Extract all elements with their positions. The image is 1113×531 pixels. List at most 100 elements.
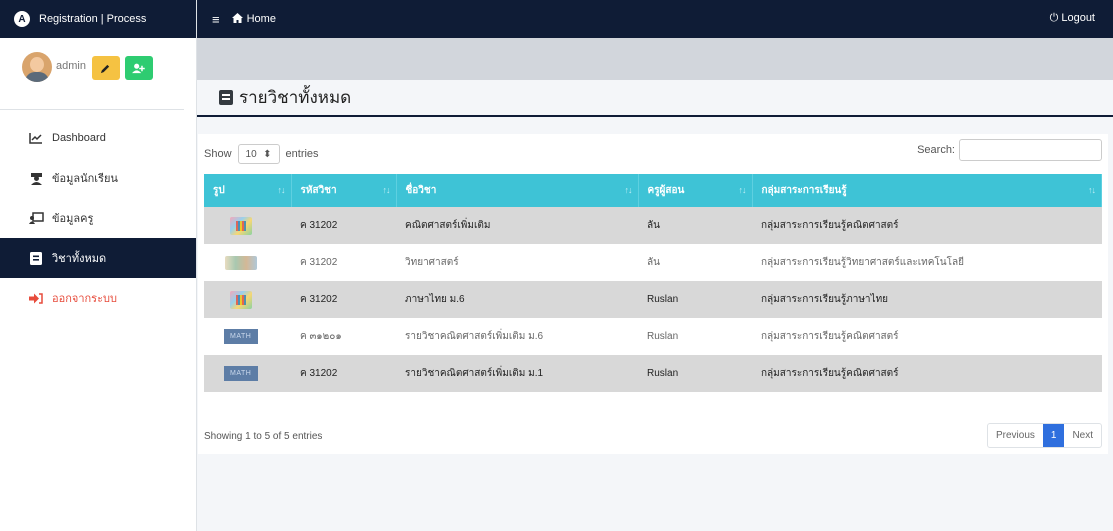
column-header-name[interactable]: ชื่อวิชา ↑↓ (396, 174, 639, 207)
sidebar-item-label: Dashboard (52, 132, 106, 144)
sign-out-icon (28, 292, 44, 304)
sort-icon: ↑↓ (738, 185, 747, 195)
column-header-image[interactable]: รูป ↑↓ (204, 174, 292, 207)
teacher-cell: Ruslan (638, 355, 752, 392)
sidebar-item-students[interactable]: ข้อมูลนักเรียน (0, 158, 196, 198)
table-row: ค 31202 คณิตศาสตร์เพิ่มเติม ลัน กลุ่มสาร… (204, 207, 1102, 244)
brand-title: Registration | Process (39, 13, 147, 25)
column-header-code[interactable]: รหัสวิชา ↑↓ (291, 174, 397, 207)
column-header-label: กลุ่มสาระการเรียนรู้ (761, 185, 847, 196)
table-tools: Show 10 ⬍ entries Search: (198, 134, 1108, 170)
thumb-cell: MATH (204, 355, 291, 392)
previous-button[interactable]: Previous (988, 424, 1043, 447)
sidebar: A Registration | Process admin Dashboard… (0, 0, 197, 531)
name-cell: ภาษาไทย ม.6 (396, 281, 638, 318)
thumb-cell: MATH (204, 318, 291, 355)
column-header-label: รหัสวิชา (300, 185, 337, 196)
name-cell: คณิตศาสตร์เพิ่มเติม (396, 207, 638, 244)
sidebar-item-teachers[interactable]: ข้อมูลครู (0, 198, 196, 238)
sort-icon: ↑↓ (382, 185, 391, 195)
brand[interactable]: A Registration | Process (0, 0, 196, 38)
logout-link[interactable]: ⏻ Logout (1050, 12, 1095, 25)
page-1-button[interactable]: 1 (1042, 424, 1065, 447)
user-name: admin (56, 60, 86, 72)
group-cell: กลุ่มสาระการเรียนรู้วิทยาศาสตร์และเทคโนโ… (752, 244, 1102, 281)
add-user-button[interactable] (124, 56, 153, 80)
edit-profile-button[interactable] (91, 56, 120, 80)
table-row: MATH ค ๓๑๒๐๑ รายวิชาคณิตศาสตร์เพิ่มเติม … (204, 318, 1102, 355)
entries-select-value: 10 (245, 148, 257, 160)
pagination: Previous 1 Next (986, 423, 1102, 448)
content-header: รายวิชาทั้งหมด (197, 80, 1113, 117)
sidebar-item-all-subjects[interactable]: วิชาทั้งหมด (0, 238, 196, 278)
logout-label: Logout (1061, 12, 1095, 24)
top-navbar: ≡ Home ⏻ Logout (197, 0, 1113, 38)
table-row: ค 31202 ภาษาไทย ม.6 Ruslan กลุ่มสาระการเ… (204, 281, 1102, 318)
group-cell: กลุ่มสาระการเรียนรู้คณิตศาสตร์ (752, 207, 1102, 244)
name-cell: รายวิชาคณิตศาสตร์เพิ่มเติม ม.1 (396, 355, 638, 392)
teacher-cell: Ruslan (638, 318, 752, 355)
teacher-cell: Ruslan (638, 281, 752, 318)
sidebar-item-label: วิชาทั้งหมด (52, 253, 107, 265)
sidebar-item-label: ข้อมูลนักเรียน (52, 173, 118, 185)
table-row: MATH ค 31202 รายวิชาคณิตศาสตร์เพิ่มเติม … (204, 355, 1102, 392)
thumb-cell (204, 207, 291, 244)
chart-line-icon (28, 132, 44, 144)
student-icon (28, 172, 44, 185)
brand-logo-icon: A (14, 11, 30, 27)
column-header-label: ชื่อวิชา (405, 185, 437, 196)
code-cell: ค 31202 (291, 355, 396, 392)
book-icon (219, 90, 233, 105)
select-arrows-icon: ⬍ (263, 148, 272, 160)
user-panel: admin (0, 38, 184, 110)
teacher-cell: ลัน (638, 207, 752, 244)
subject-thumbnail: MATH (224, 329, 258, 344)
sort-asc-icon: ↑↓ (277, 185, 286, 195)
pencil-icon (101, 64, 110, 73)
group-cell: กลุ่มสาระการเรียนรู้คณิตศาสตร์ (752, 355, 1102, 392)
code-cell: ค 31202 (291, 207, 396, 244)
subject-thumbnail (230, 216, 252, 235)
teacher-board-icon (28, 212, 44, 224)
next-button[interactable]: Next (1064, 424, 1101, 447)
page-title-text: รายวิชาทั้งหมด (239, 88, 352, 107)
subject-thumbnail: MATH (224, 366, 258, 381)
code-cell: ค ๓๑๒๐๑ (291, 318, 396, 355)
hamburger-menu-icon[interactable]: ≡ (212, 12, 220, 27)
sidebar-item-logout[interactable]: ออกจากระบบ (0, 278, 196, 318)
sidebar-nav: Dashboard ข้อมูลนักเรียน ข้อมูลครู วิชาท… (0, 118, 196, 318)
search-input[interactable] (959, 139, 1102, 161)
sidebar-item-dashboard[interactable]: Dashboard (0, 118, 196, 158)
column-header-label: รูป (213, 185, 225, 196)
home-link[interactable]: Home (247, 13, 276, 25)
power-icon: ⏻ (1049, 12, 1059, 24)
search-label: Search: (917, 144, 955, 156)
avatar (22, 52, 52, 82)
thumb-cell (204, 244, 291, 281)
subjects-table: รูป ↑↓ รหัสวิชา ↑↓ ชื่อวิชา ↑↓ ครูผู้สอน ↑↓ … (204, 174, 1102, 392)
sort-icon: ↑↓ (624, 185, 633, 195)
name-cell: รายวิชาคณิตศาสตร์เพิ่มเติม ม.6 (396, 318, 638, 355)
group-cell: กลุ่มสาระการเรียนรู้ภาษาไทย (752, 281, 1102, 318)
book-icon (28, 251, 44, 265)
sidebar-item-label: ออกจากระบบ (52, 293, 117, 305)
group-cell: กลุ่มสาระการเรียนรู้คณิตศาสตร์ (752, 318, 1102, 355)
header-band (197, 38, 1113, 80)
add-user-icon (132, 63, 146, 73)
show-label: Show (204, 148, 232, 160)
search-box: Search: (917, 139, 1102, 161)
sidebar-item-label: ข้อมูลครู (52, 213, 94, 225)
name-cell: วิทยาศาสตร์ (396, 244, 638, 281)
column-header-group[interactable]: กลุ่มสาระการเรียนรู้ ↑↓ (752, 174, 1102, 207)
page-title: รายวิชาทั้งหมด (219, 84, 351, 111)
entries-select[interactable]: 10 ⬍ (237, 144, 280, 164)
thumb-cell (204, 281, 291, 318)
sort-icon: ↑↓ (1088, 185, 1096, 195)
column-header-label: ครูผู้สอน (647, 185, 685, 196)
subject-thumbnail (230, 290, 252, 309)
table-row: ค 31202 วิทยาศาสตร์ ลัน กลุ่มสาระการเรีย… (204, 244, 1102, 281)
column-header-teacher[interactable]: ครูผู้สอน ↑↓ (638, 174, 753, 207)
subject-thumbnail (225, 255, 257, 270)
teacher-cell: ลัน (638, 244, 752, 281)
home-icon[interactable] (231, 12, 243, 26)
